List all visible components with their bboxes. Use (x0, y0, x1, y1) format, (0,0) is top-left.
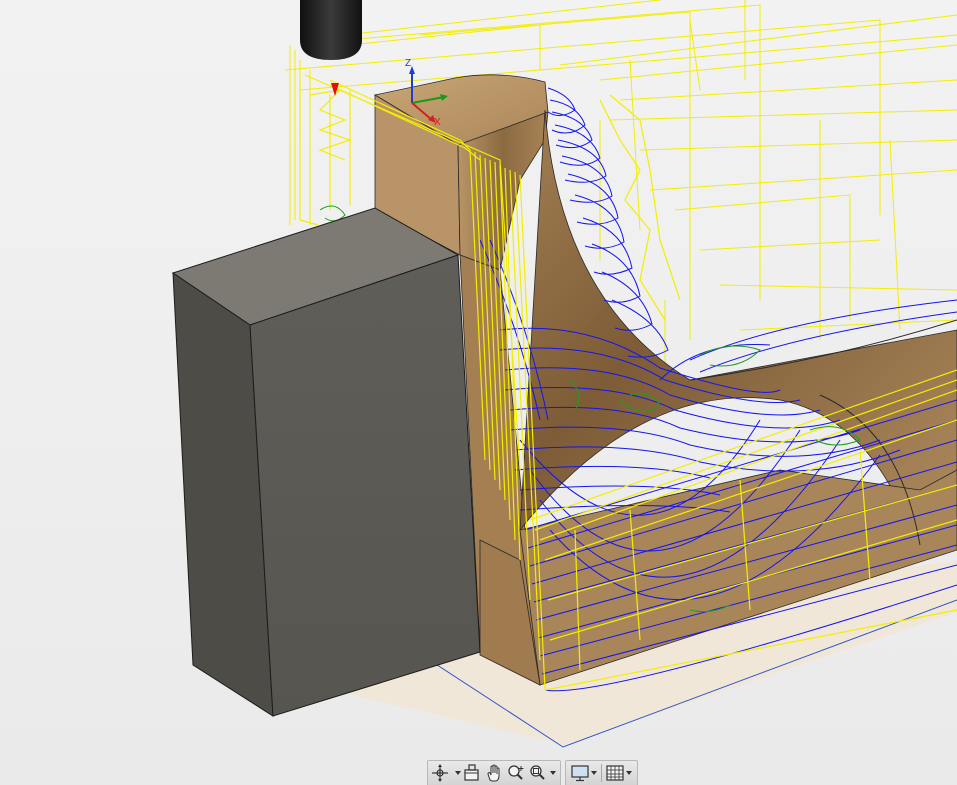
display-tools-group (565, 760, 638, 785)
display-settings-dropdown-caret[interactable] (591, 771, 597, 775)
fit-icon (530, 765, 545, 780)
look-at-icon (464, 764, 479, 781)
3d-canvas[interactable]: Z X (0, 0, 957, 785)
grid-settings-icon (606, 765, 624, 781)
look-at-button[interactable] (461, 762, 483, 784)
fixture-block (171, 207, 481, 717)
pan-icon (487, 764, 500, 782)
toolbar-divider (601, 764, 602, 782)
tool-holder (300, 0, 362, 60)
zoom-icon (508, 765, 524, 780)
fit-button[interactable] (527, 762, 557, 784)
display-settings-icon (571, 765, 589, 782)
fit-dropdown-caret[interactable] (550, 771, 556, 775)
grid-settings-dropdown-caret[interactable] (626, 771, 632, 775)
grid-settings-button[interactable] (604, 762, 634, 784)
cam-scene[interactable]: Z X (0, 0, 957, 785)
orbit-icon (432, 764, 448, 782)
orbit-button[interactable] (431, 762, 461, 784)
navigation-toolbar (427, 760, 638, 785)
pan-button[interactable] (483, 762, 505, 784)
axis-label-x: X (434, 117, 441, 128)
zoom-button[interactable] (505, 762, 527, 784)
display-settings-button[interactable] (569, 762, 599, 784)
axis-label-z: Z (405, 58, 411, 69)
navigation-tools-group (427, 760, 561, 785)
